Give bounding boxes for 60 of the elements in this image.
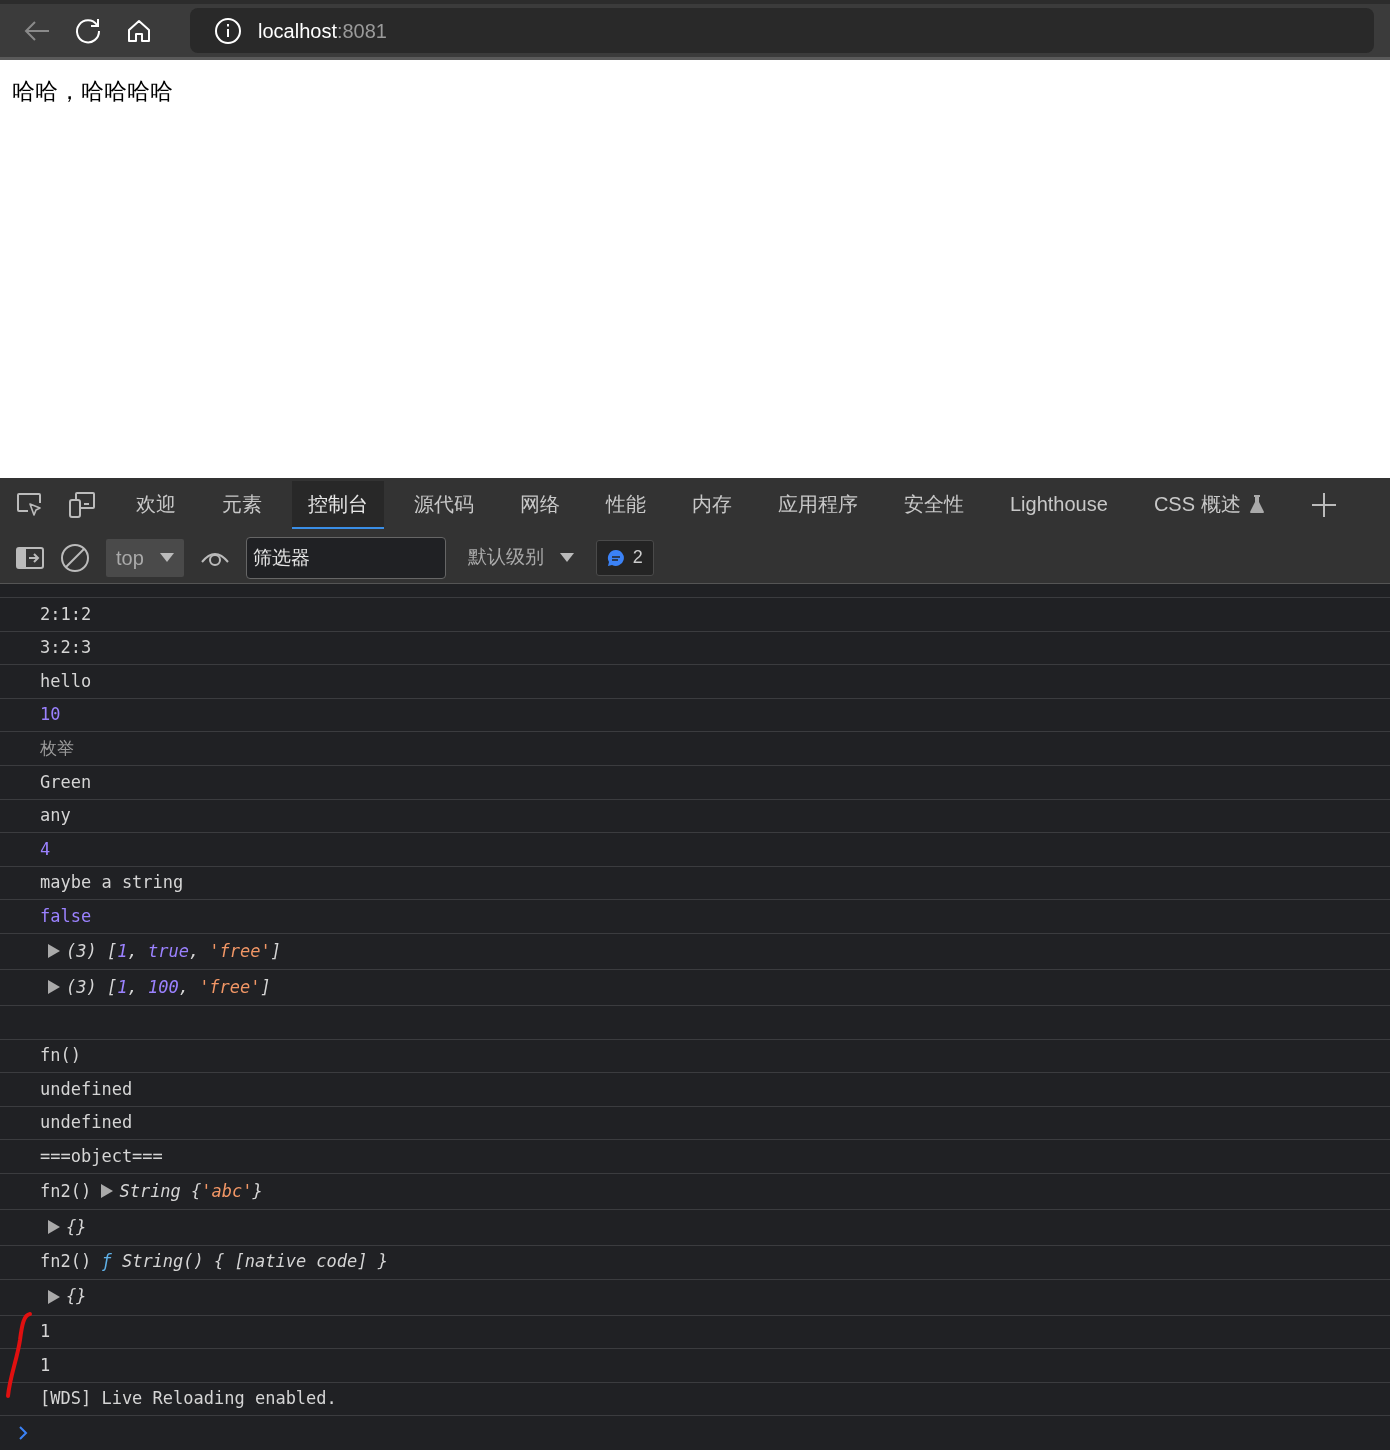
expand-triangle-icon[interactable] xyxy=(48,1290,60,1304)
level-select[interactable]: 默认级别 xyxy=(461,542,580,573)
devtools-tab[interactable]: 元素 xyxy=(206,481,278,529)
console-line: (3) [1, true, 'free'] xyxy=(66,939,282,963)
expand-triangle-icon[interactable] xyxy=(48,980,60,995)
devtools-tab[interactable]: CSS 概述 xyxy=(1137,481,1281,529)
flask-icon xyxy=(1248,494,1265,514)
devtools-tab[interactable]: 源代码 xyxy=(398,481,490,529)
console-line: fn2() xyxy=(40,1179,93,1203)
url-text: localhost:8081 xyxy=(258,18,387,44)
console-line: (3) [1, 100, 'free'] xyxy=(66,975,271,999)
console-line: {} xyxy=(66,1215,87,1239)
console-line: 4 xyxy=(40,837,51,861)
clear-icon[interactable] xyxy=(60,542,90,573)
console-line: 1 xyxy=(40,1320,51,1344)
expand-triangle-icon[interactable] xyxy=(48,944,60,959)
info-icon xyxy=(214,16,242,45)
caret-icon xyxy=(159,552,174,563)
devtools-tab[interactable]: 安全性 xyxy=(888,481,980,529)
inspect-icon[interactable] xyxy=(16,492,44,518)
expand-triangle-icon[interactable] xyxy=(48,1220,60,1235)
console-line: 枚举 xyxy=(40,736,74,760)
console-line: 2:1:2 xyxy=(40,602,92,626)
console-line: 3:2:3 xyxy=(40,636,92,660)
devtools-tab[interactable]: 性能 xyxy=(590,481,662,529)
console-line: hello xyxy=(40,669,92,693)
filter-field[interactable]: 筛选器 xyxy=(245,536,446,579)
message-icon xyxy=(606,548,625,567)
console-line: Green xyxy=(40,770,92,794)
expand-triangle-icon[interactable] xyxy=(101,1184,114,1199)
address-bar[interactable]: localhost:8081 xyxy=(190,8,1374,53)
devtools-tab[interactable]: 应用程序 xyxy=(762,481,874,529)
caret-icon xyxy=(559,552,574,563)
devtools-tab[interactable]: 控制台 xyxy=(292,481,384,529)
console-line: fn() xyxy=(40,1044,81,1068)
console-line: maybe a string xyxy=(40,871,184,895)
console-line: undefined xyxy=(40,1111,133,1135)
devtools-tab[interactable]: 欢迎 xyxy=(120,481,192,529)
devtools-tab[interactable]: 网络 xyxy=(504,481,576,529)
console-line: false xyxy=(40,904,92,928)
console-value: String {'abc'} xyxy=(119,1179,263,1203)
sidebar-icon[interactable] xyxy=(16,545,44,570)
devtools-tab[interactable]: 内存 xyxy=(676,481,748,529)
home-icon[interactable] xyxy=(126,17,152,44)
console-line: 1 xyxy=(40,1353,51,1377)
page-text: 哈哈，哈哈哈哈 xyxy=(12,77,174,106)
prompt-chevron-icon[interactable] xyxy=(18,1424,28,1441)
device-icon[interactable] xyxy=(68,491,96,519)
console-line: {} xyxy=(66,1285,87,1309)
plus-icon[interactable] xyxy=(1310,492,1337,518)
console-line: any xyxy=(40,804,71,828)
console-line: [WDS] Live Reloading enabled. xyxy=(40,1387,337,1411)
devtools-tab[interactable]: Lighthouse xyxy=(994,481,1124,529)
console-line: ===object=== xyxy=(40,1144,163,1168)
context-select[interactable]: top xyxy=(106,538,184,577)
console-line: 10 xyxy=(40,703,61,727)
messages-button[interactable]: 2 xyxy=(595,539,654,576)
console-line: undefined xyxy=(40,1077,133,1101)
console-line: fn2() ƒ String() { [native code] } xyxy=(40,1250,388,1274)
reload-icon[interactable] xyxy=(74,16,102,45)
